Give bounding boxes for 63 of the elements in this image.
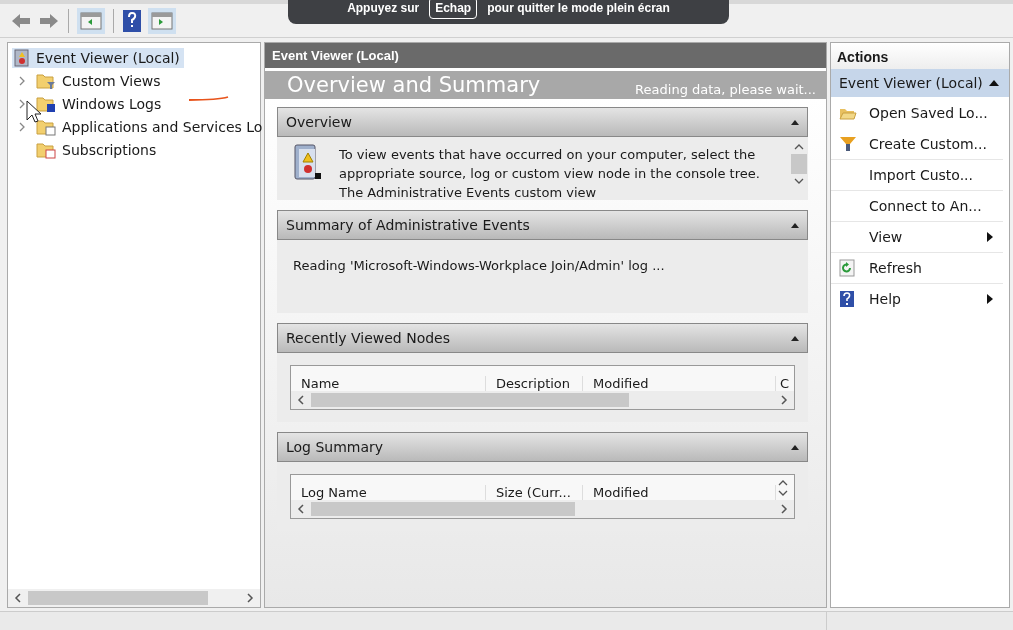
help-icon xyxy=(839,290,855,308)
scroll-right-icon[interactable] xyxy=(246,593,254,603)
event-viewer-icon xyxy=(14,48,30,67)
collapse-arrow-icon xyxy=(791,444,799,450)
tree-item[interactable]: Event Viewer (Local) xyxy=(12,47,184,68)
submenu-arrow-icon xyxy=(987,232,993,242)
scroll-up-icon[interactable] xyxy=(794,143,804,150)
section-header[interactable]: Summary of Administrative Events xyxy=(277,210,808,240)
scroll-right-icon[interactable] xyxy=(780,504,788,514)
scroll-left-icon[interactable] xyxy=(297,504,305,514)
tree-item[interactable]: Applications and Services Lo xyxy=(34,116,267,137)
loading-status: Reading data, please wait... xyxy=(635,82,816,97)
folder-icon xyxy=(36,94,56,113)
action-item[interactable]: Create Custom... xyxy=(831,128,1009,159)
action-group-header[interactable]: Event Viewer (Local) xyxy=(831,69,1009,97)
action-item[interactable]: Connect to An... xyxy=(831,190,1003,221)
expand-chevron-icon[interactable] xyxy=(18,98,26,109)
action-pane-icon[interactable] xyxy=(148,7,176,34)
action-item[interactable]: View xyxy=(831,221,1003,252)
horizontal-scrollbar[interactable] xyxy=(291,500,794,518)
section-header[interactable]: Recently Viewed Nodes xyxy=(277,323,808,353)
notice-text: Appuyez sur xyxy=(347,0,420,15)
console-tree-icon[interactable] xyxy=(77,7,105,34)
action-item[interactable]: Help xyxy=(831,283,1003,314)
mouse-cursor-icon xyxy=(26,100,42,124)
tree-item[interactable]: Custom Views xyxy=(34,70,165,91)
banner-title: Overview and Summary xyxy=(287,73,541,97)
action-item[interactable]: Import Custo... xyxy=(831,159,1003,190)
scroll-down-icon[interactable] xyxy=(794,178,804,185)
scroll-left-icon[interactable] xyxy=(297,395,305,405)
folder-icon xyxy=(36,117,56,136)
collapse-arrow-icon xyxy=(791,335,799,341)
status-text: Reading 'Microsoft-Windows-Workplace Join/Admin' log ... xyxy=(293,258,665,273)
scroll-left-icon[interactable] xyxy=(14,593,22,603)
annotation-stroke xyxy=(188,95,230,103)
submenu-arrow-icon xyxy=(987,294,993,304)
action-item[interactable]: Refresh xyxy=(831,252,1003,283)
scroll-arrows-icon[interactable] xyxy=(778,479,788,497)
collapse-arrow-icon xyxy=(791,119,799,125)
section-header[interactable]: Overview xyxy=(277,107,808,137)
back-icon[interactable] xyxy=(10,11,32,30)
refresh-icon xyxy=(839,259,855,277)
help-icon[interactable] xyxy=(122,8,142,33)
folder-icon xyxy=(36,140,56,159)
scroll-right-icon[interactable] xyxy=(780,395,788,405)
tree-item[interactable]: Subscriptions xyxy=(34,139,161,160)
expand-chevron-icon[interactable] xyxy=(18,75,26,86)
folder-icon xyxy=(36,71,56,90)
event-log-icon xyxy=(291,143,323,183)
key-label: Echap xyxy=(429,0,478,19)
section-header[interactable]: Log Summary xyxy=(277,432,808,462)
horizontal-scrollbar[interactable] xyxy=(291,391,794,409)
filter-icon xyxy=(839,135,857,152)
collapse-arrow-icon xyxy=(989,80,999,86)
expand-chevron-icon[interactable] xyxy=(18,121,26,132)
action-item[interactable]: Open Saved Lo... xyxy=(831,97,1009,128)
horizontal-scrollbar[interactable] xyxy=(8,589,260,607)
forward-icon[interactable] xyxy=(38,11,60,30)
pane-title: Event Viewer (Local) xyxy=(265,43,826,68)
collapse-arrow-icon xyxy=(791,222,799,228)
overview-text: To view events that have occurred on your computer, select the appropriate source, log or custom view node in the console tree. The Administrative Events custom view xyxy=(339,146,761,200)
column-header[interactable]: C xyxy=(776,376,794,391)
notice-text: pour quitter le mode plein écran xyxy=(487,0,670,15)
